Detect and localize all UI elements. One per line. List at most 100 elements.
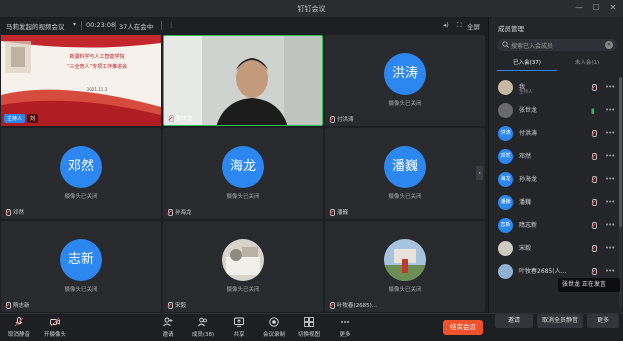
mute-label: 取消静音 bbox=[7, 332, 30, 338]
mic-muted-icon bbox=[591, 130, 597, 139]
maximize-icon[interactable]: ☐ bbox=[590, 3, 602, 12]
more-icon[interactable]: ••• bbox=[605, 198, 615, 206]
record-button[interactable]: 会议录制 bbox=[256, 317, 292, 338]
host-badge: 主持人 bbox=[4, 114, 26, 123]
tab-joined[interactable]: 已入会(37) bbox=[497, 57, 557, 71]
mic-muted-icon bbox=[14, 317, 24, 327]
record-label: 会议录制 bbox=[262, 332, 285, 338]
video-grid: 新疆科学与人工智能学院 “三全育人”专项工作推进会 2021.11.3 主持人 … bbox=[1, 35, 486, 313]
mic-active-icon: ▮ bbox=[591, 107, 595, 115]
fullscreen-icon[interactable]: ⛶ bbox=[457, 21, 462, 30]
camera-off-label: 摄像头已关闭 bbox=[388, 194, 422, 200]
close-icon[interactable]: ✕ bbox=[607, 3, 619, 12]
video-tile[interactable]: 邓然 摄像头已关闭 邓然 bbox=[1, 128, 161, 219]
camera-off-label: 摄像头已关闭 bbox=[226, 194, 260, 200]
shared-slide bbox=[1, 35, 161, 126]
camera-off-label: 摄像头已关闭 bbox=[226, 287, 260, 293]
invite-button[interactable]: 邀请 bbox=[150, 317, 186, 338]
speaker-icon[interactable]: ◂) bbox=[443, 21, 449, 29]
more-icon[interactable]: ••• bbox=[605, 267, 615, 275]
invite-button[interactable]: 邀请 bbox=[495, 314, 533, 328]
scrollbar[interactable] bbox=[619, 77, 622, 307]
speaking-indicator: 张世龙 正在发言 bbox=[558, 278, 620, 292]
camera-off-label: 摄像头已关闭 bbox=[64, 287, 98, 293]
list-item[interactable]: 海龙 孙海龙 ••• bbox=[494, 169, 622, 192]
grid-view-icon bbox=[304, 317, 314, 327]
host-label: 主持人 bbox=[519, 90, 533, 95]
mute-button[interactable]: 取消静音 bbox=[1, 317, 37, 338]
divider bbox=[161, 21, 162, 30]
meeting-info-bar: 马莉发起的视频会议 ▾ 00:23:08 37人在会中 ⋮ ◂) ⛶ 全屏 bbox=[0, 17, 487, 34]
fullscreen-label[interactable]: 全屏 bbox=[467, 21, 480, 31]
meeting-name[interactable]: 马莉发起的视频会议 bbox=[6, 21, 65, 31]
list-item[interactable]: 张世龙 ▮ ••• bbox=[494, 100, 622, 123]
avatar: 邓然 bbox=[498, 149, 513, 164]
title-bar: 钉钉会议 — ☐ ✕ bbox=[0, 0, 623, 17]
more-icon[interactable]: ••• bbox=[605, 152, 615, 160]
mic-muted-icon bbox=[167, 208, 173, 216]
camera-off-label: 摄像头已关闭 bbox=[64, 194, 98, 200]
participant-name: 付洪涛 bbox=[329, 115, 354, 123]
video-tile-share[interactable]: 新疆科学与人工智能学院 “三全育人”专项工作推进会 2021.11.3 主持人 … bbox=[1, 35, 161, 126]
clear-icon[interactable]: ✕ bbox=[605, 41, 613, 49]
avatar: 洪涛 bbox=[498, 126, 513, 141]
next-page-icon[interactable]: › bbox=[476, 166, 483, 180]
add-person-icon bbox=[163, 317, 173, 327]
camera-off-icon bbox=[50, 317, 60, 327]
more-button[interactable]: 更多 bbox=[327, 317, 363, 338]
mic-muted-icon bbox=[591, 245, 597, 254]
participant-count[interactable]: 37人在会中 bbox=[119, 21, 153, 31]
mic-muted-icon bbox=[591, 199, 597, 208]
list-item[interactable]: 我 主持人 ••• bbox=[494, 77, 622, 100]
more-icon[interactable]: ••• bbox=[605, 106, 615, 114]
video-tile[interactable]: 摄像头已关闭 叶牧春(2685)... bbox=[325, 221, 485, 312]
invite-label: 邀请 bbox=[162, 332, 174, 338]
unmute-all-button[interactable]: 取消全员静音 bbox=[537, 314, 583, 328]
tab-not-joined[interactable]: 未入会(1) bbox=[557, 57, 617, 71]
list-item[interactable]: 潘巍 潘巍 ••• bbox=[494, 192, 622, 215]
avatar bbox=[498, 80, 513, 95]
video-tile[interactable]: 志新 摄像头已关闭 隋志新 bbox=[1, 221, 161, 312]
members-icon bbox=[198, 317, 207, 327]
avatar bbox=[498, 103, 513, 118]
chevron-down-icon[interactable]: ▾ bbox=[73, 21, 76, 28]
more-icon[interactable]: ••• bbox=[605, 244, 615, 252]
more-icon[interactable]: ••• bbox=[605, 221, 615, 229]
video-tile[interactable]: 潘巍 摄像头已关闭 潘巍 › bbox=[325, 128, 485, 219]
info-icon[interactable]: ⋮ bbox=[168, 21, 175, 29]
video-tile[interactable]: 洪涛 摄像头已关闭 付洪涛 bbox=[325, 35, 485, 126]
share-button[interactable]: 共享 bbox=[221, 317, 257, 338]
member-tabs: 已入会(37) 未入会(1) bbox=[497, 57, 617, 71]
camera-off-label: 摄像头已关闭 bbox=[388, 287, 422, 293]
more-icon bbox=[341, 321, 349, 323]
video-tile[interactable]: 海龙 摄像头已关闭 孙海龙 bbox=[163, 128, 323, 219]
list-item[interactable]: 邓然 邓然 ••• bbox=[494, 146, 622, 169]
video-tile-speaker[interactable]: 张世龙 bbox=[163, 35, 323, 126]
share-labels: 主持人 刘 bbox=[4, 114, 39, 123]
more-icon[interactable]: ••• bbox=[605, 129, 615, 137]
camera-button[interactable]: 开摄像头 bbox=[37, 317, 73, 338]
mic-icon bbox=[168, 114, 174, 122]
mic-muted-icon bbox=[591, 153, 597, 162]
participant-name: 叶牧春(2685)... bbox=[329, 301, 377, 309]
avatar: 邓然 bbox=[60, 146, 102, 188]
participant-name: 孙海龙 bbox=[167, 208, 192, 216]
members-button[interactable]: 成员(38) bbox=[185, 317, 221, 338]
list-item[interactable]: 宋毅 ••• bbox=[494, 238, 622, 261]
mic-muted-icon bbox=[167, 301, 173, 309]
more-icon[interactable]: ••• bbox=[605, 175, 615, 183]
search-input[interactable]: 搜索已入会成员 ✕ bbox=[497, 39, 617, 51]
more-label: 更多 bbox=[339, 332, 351, 338]
more-button[interactable]: 更多 bbox=[587, 314, 619, 328]
video-tile[interactable]: 摄像头已关闭 宋毅 bbox=[163, 221, 323, 312]
list-item[interactable]: 志新 隋志新 ••• bbox=[494, 215, 622, 238]
end-meeting-button[interactable]: 结束会议 bbox=[443, 320, 483, 335]
camera-off-label: 摄像头已关闭 bbox=[388, 101, 422, 107]
more-icon[interactable]: ••• bbox=[605, 83, 615, 91]
member-list: 我 主持人 ••• 张世龙 ▮ ••• 洪涛 付洪涛 ••• 邓然 邓然 •••… bbox=[494, 77, 622, 284]
list-item[interactable]: 洪涛 付洪涛 ••• bbox=[494, 123, 622, 146]
minimize-icon[interactable]: — bbox=[573, 3, 585, 12]
meeting-duration: 00:23:08 bbox=[86, 21, 116, 29]
layout-button[interactable]: 切换视图 bbox=[291, 317, 327, 338]
mic-muted-icon bbox=[591, 84, 597, 93]
